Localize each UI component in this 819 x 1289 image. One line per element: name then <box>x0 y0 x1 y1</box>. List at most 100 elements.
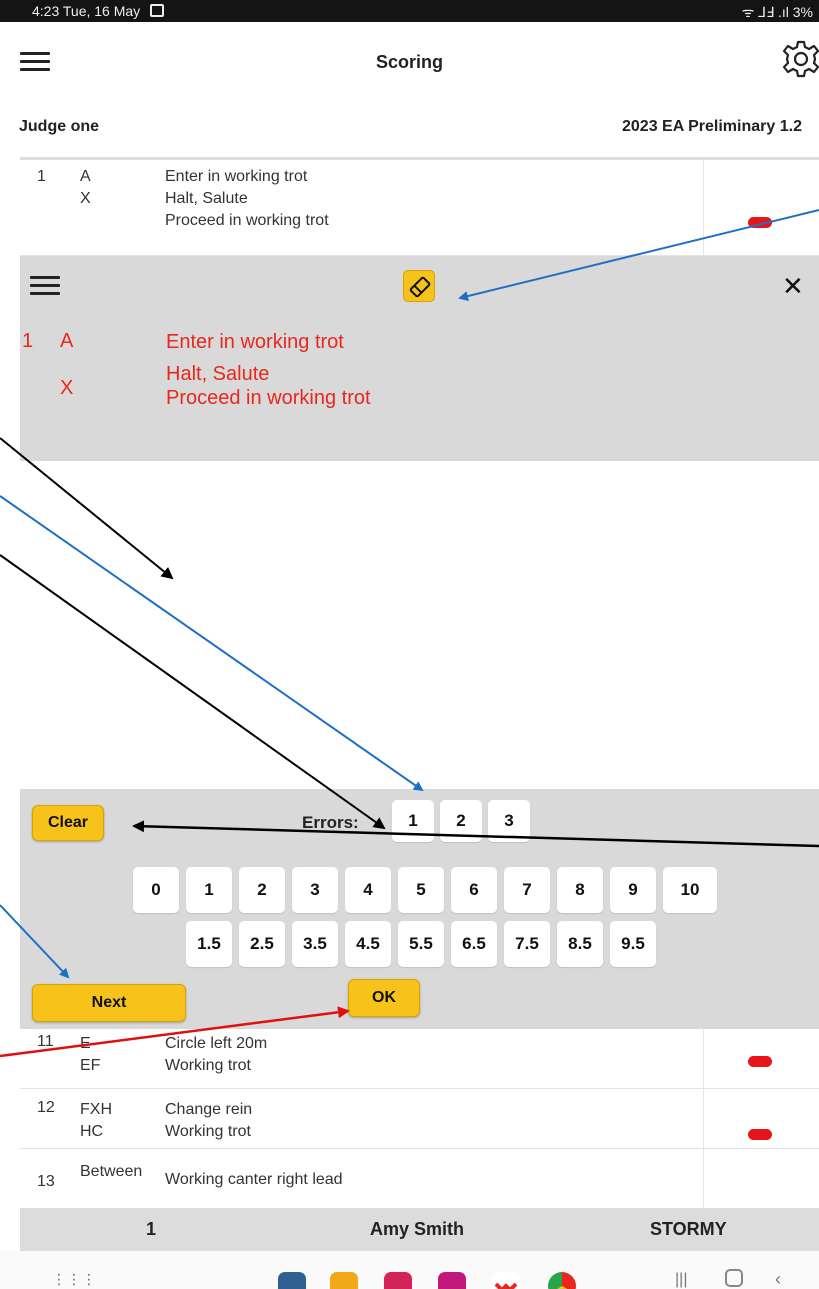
annotation-arrow-scores <box>0 554 386 830</box>
score-button-2-5[interactable]: 2.5 <box>239 921 285 967</box>
detail-line: Halt, Salute <box>166 363 270 385</box>
movement-row-12[interactable]: 12 FXH HC Change rein Working trot <box>20 1089 819 1149</box>
score-indicator <box>748 1056 772 1067</box>
chrome-app-icon[interactable] <box>548 1272 576 1289</box>
score-button-7[interactable]: 7 <box>504 867 550 913</box>
recents-icon[interactable]: ||| <box>675 1271 687 1289</box>
android-nav-bar: ⋮⋮⋮ ||| ‹ <box>0 1251 819 1289</box>
score-button-6[interactable]: 6 <box>451 867 497 913</box>
score-button-0[interactable]: 0 <box>133 867 179 913</box>
error-button-1[interactable]: 1 <box>392 800 434 842</box>
movement-letters: Between <box>80 1161 142 1183</box>
annotation-arrow-errors <box>0 495 424 792</box>
app-drawer-icon[interactable]: ⋮⋮⋮ <box>52 1271 97 1288</box>
score-button-5-5[interactable]: 5.5 <box>398 921 444 967</box>
eraser-icon <box>409 276 431 298</box>
score-button-7-5[interactable]: 7.5 <box>504 921 550 967</box>
movement-row-13[interactable]: 13 Between Working canter right lead <box>20 1149 819 1208</box>
files-app-icon[interactable] <box>330 1272 358 1289</box>
movement-description: Circle left 20m Working trot <box>165 1033 267 1077</box>
gmail-app-icon[interactable] <box>492 1272 520 1289</box>
scoring-subheader: Judge one 2023 EA Preliminary 1.2 <box>0 100 819 158</box>
score-indicator <box>748 1129 772 1140</box>
score-button-4[interactable]: 4 <box>345 867 391 913</box>
rider-name: Amy Smith <box>370 1219 465 1239</box>
movement-letter: X <box>80 190 91 207</box>
status-bar: 4:23 Tue, 16 May ᯤ ⅃Ⅎ .ıl 3% <box>0 0 819 22</box>
detail-letter: X <box>60 377 74 399</box>
score-button-9-5[interactable]: 9.5 <box>610 921 656 967</box>
movement-number: 12 <box>37 1099 55 1116</box>
movement-letter: Between <box>80 1163 143 1180</box>
status-time: 4:23 Tue, 16 May <box>32 3 141 19</box>
detail-movement-number: 1 <box>22 330 34 352</box>
score-button-1-5[interactable]: 1.5 <box>186 921 232 967</box>
close-icon[interactable]: ✕ <box>782 273 804 299</box>
movement-letter: A <box>80 168 91 185</box>
score-button-5[interactable]: 5 <box>398 867 444 913</box>
score-column-divider <box>703 1089 704 1148</box>
gallery-icon <box>150 4 164 17</box>
detail-letter: A <box>60 330 74 352</box>
movement-number: 11 <box>37 1033 54 1050</box>
movement-letters: E EF <box>80 1033 100 1077</box>
movement-row-11[interactable]: 11 E EF Circle left 20m Working trot <box>20 1029 819 1089</box>
page-title: Scoring <box>375 52 443 72</box>
scoring-panel: Clear Errors: 1 2 3 0 1 2 3 4 5 6 7 8 9 … <box>20 789 819 1029</box>
rider-info-bar: 1 Amy Smith STORMY <box>20 1208 819 1251</box>
movement-line: Working canter right lead <box>165 1171 343 1188</box>
judge-name: Judge one <box>19 118 100 135</box>
gallery-app-icon[interactable] <box>384 1272 412 1289</box>
movement-letters: A X <box>80 166 91 210</box>
score-button-10[interactable]: 10 <box>663 867 717 913</box>
next-button[interactable]: Next <box>32 984 186 1022</box>
error-button-3[interactable]: 3 <box>488 800 530 842</box>
horse-name: STORMY <box>650 1219 727 1239</box>
flower-app-icon[interactable] <box>438 1272 466 1289</box>
movement-detail-panel: ✕ 1 A X Enter in working trot Halt, Salu… <box>20 256 819 461</box>
score-button-3-5[interactable]: 3.5 <box>292 921 338 967</box>
movement-letter: HC <box>80 1123 104 1140</box>
score-button-8[interactable]: 8 <box>557 867 603 913</box>
score-button-6-5[interactable]: 6.5 <box>451 921 497 967</box>
score-button-8-5[interactable]: 8.5 <box>557 921 603 967</box>
detail-description: Enter in working trot Halt, Salute Proce… <box>166 330 371 410</box>
clear-button[interactable]: Clear <box>32 805 104 841</box>
score-column-divider <box>703 1149 704 1208</box>
movement-line: Change rein <box>165 1101 253 1118</box>
detail-menu-icon[interactable] <box>30 276 60 296</box>
movement-description: Enter in working trot Halt, Salute Proce… <box>165 166 329 232</box>
movement-description: Working canter right lead <box>165 1169 343 1191</box>
settings-app-icon[interactable] <box>278 1272 306 1289</box>
test-name: 2023 EA Preliminary 1.2 <box>622 118 802 135</box>
score-button-9[interactable]: 9 <box>610 867 656 913</box>
movement-letter: FXH <box>80 1101 112 1118</box>
movement-letter: EF <box>80 1057 101 1074</box>
gear-icon[interactable] <box>781 39 819 79</box>
movement-line: Enter in working trot <box>165 168 308 185</box>
movement-description: Change rein Working trot <box>165 1099 252 1143</box>
movement-line: Halt, Salute <box>165 190 248 207</box>
score-button-1[interactable]: 1 <box>186 867 232 913</box>
score-button-3[interactable]: 3 <box>292 867 338 913</box>
movement-line: Proceed in working trot <box>165 212 329 229</box>
movement-row-1[interactable]: 1 A X Enter in working trot Halt, Salute… <box>20 160 819 256</box>
score-button-2[interactable]: 2 <box>239 867 285 913</box>
score-column-divider <box>703 1029 704 1088</box>
rider-number: 1 <box>146 1219 157 1239</box>
error-button-2[interactable]: 2 <box>440 800 482 842</box>
back-icon[interactable]: ‹ <box>775 1269 781 1289</box>
score-column-divider <box>703 160 704 255</box>
errors-label: Errors: <box>302 813 359 832</box>
home-icon[interactable] <box>725 1269 743 1287</box>
movement-letters: FXH HC <box>80 1099 112 1143</box>
score-indicator <box>748 217 772 228</box>
detail-line: Enter in working trot <box>166 331 344 353</box>
detail-line: Proceed in working trot <box>166 387 371 409</box>
movement-line: Working trot <box>165 1123 251 1140</box>
movement-number: 13 <box>37 1173 55 1190</box>
movement-letter: E <box>80 1035 91 1052</box>
score-button-4-5[interactable]: 4.5 <box>345 921 391 967</box>
ok-button[interactable]: OK <box>348 979 420 1017</box>
eraser-button[interactable] <box>403 270 435 302</box>
